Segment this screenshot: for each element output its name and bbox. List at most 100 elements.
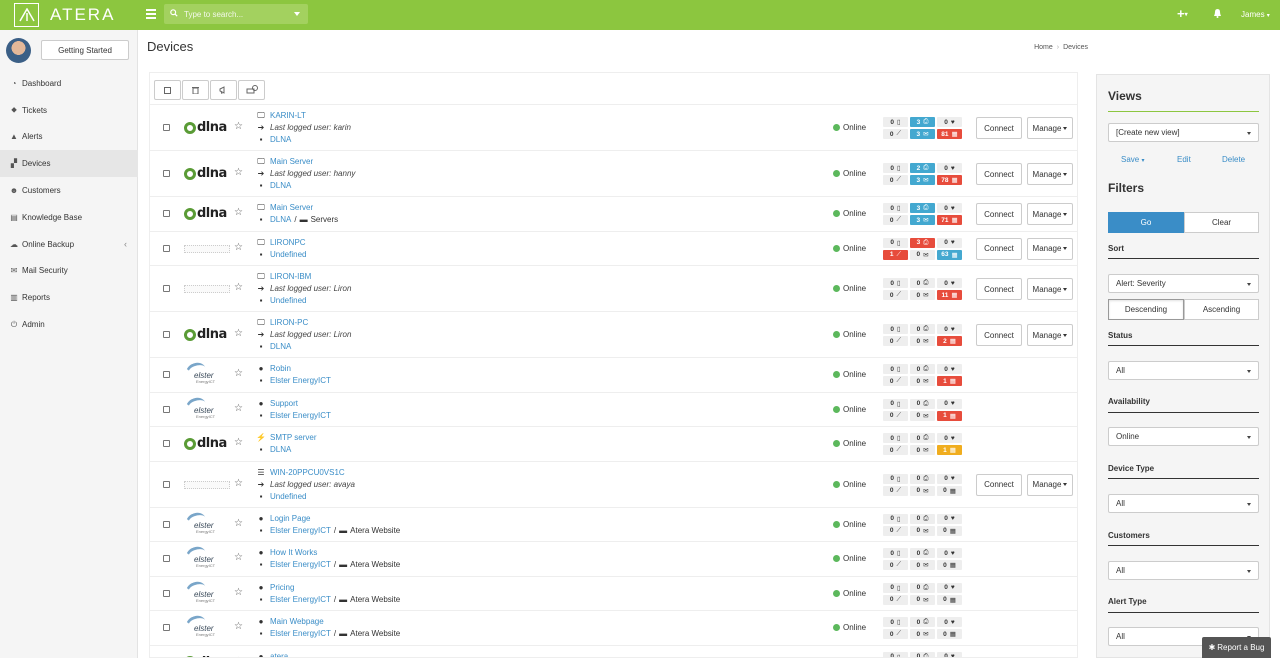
alert-badge[interactable]: 0 ⟋ (883, 215, 908, 226)
user-menu[interactable]: James ▾ (1241, 10, 1270, 19)
manage-button[interactable]: Manage (1027, 163, 1073, 185)
alert-badge[interactable]: 0 ⟋ (883, 175, 908, 185)
alert-badge[interactable]: 0 ♥ (937, 117, 962, 127)
favorite-star-icon[interactable]: ☆ (234, 552, 243, 563)
alert-badge[interactable]: 0 ♥ (937, 582, 962, 593)
alert-badge[interactable]: 0 ▯ (883, 324, 908, 334)
alert-badge[interactable]: 0 ⎙ (910, 513, 935, 524)
sidebar-item-dashboard[interactable]: ◔ Dashboard (0, 70, 138, 97)
alert-badge[interactable]: 0 ▯ (883, 433, 908, 444)
alert-badge[interactable]: 0 ⟋ (883, 525, 908, 536)
table-row[interactable]: elster EnergyICT ☆ ● Robin ▪ Elster EnergyICT O… (150, 357, 1077, 392)
device-name-link[interactable]: Main Server (270, 156, 313, 168)
row-checkbox[interactable] (163, 405, 170, 413)
favorite-star-icon[interactable]: ☆ (234, 437, 243, 448)
table-row[interactable]: dlna ☆ ⚡ SMTP server ▪ DLNA Online 0 ▯ 0 ⎙ 0 ♥ 0 ⟋ 0 ✉ 1 ▦ (150, 426, 1077, 461)
getting-started-button[interactable]: Getting Started (41, 40, 129, 60)
manage-button[interactable]: Manage (1027, 237, 1073, 260)
row-checkbox[interactable] (163, 371, 170, 379)
alert-badge[interactable]: 0 ✉ (910, 485, 935, 496)
alert-badge[interactable]: 0 ♥ (937, 324, 962, 334)
breadcrumb-home[interactable]: Home (1034, 44, 1053, 51)
sidebar-item-online-backup[interactable]: ☁ Online Backup ‹ (0, 231, 138, 258)
sidebar-item-mail-security[interactable]: ✉ Mail Security (0, 258, 138, 285)
save-view-link[interactable]: Save ▾ (1121, 155, 1144, 164)
alert-badge[interactable]: 3 ⎙ (910, 117, 935, 127)
alert-badge[interactable]: 0 ♥ (937, 203, 962, 214)
alert-badge[interactable]: 0 ⎙ (910, 278, 935, 288)
alert-badge[interactable]: 0 ⟋ (883, 129, 908, 139)
customer-link[interactable]: DLNA (270, 134, 291, 146)
device-name-link[interactable]: Main Webpage (270, 616, 324, 628)
edit-view-link[interactable]: Edit (1177, 155, 1191, 164)
table-row[interactable]: elster EnergyICT ☆ ● Main Webpage ▪ Elster Ene… (150, 610, 1077, 645)
alert-badge[interactable]: 0 ⟋ (883, 290, 908, 300)
alert-badge[interactable]: 3 ⎙ (910, 203, 935, 214)
report-bug-button[interactable]: ✱ Report a Bug (1202, 637, 1271, 658)
descending-toggle[interactable]: Descending (1108, 299, 1184, 320)
sidebar-item-reports[interactable]: ▥ Reports (0, 284, 138, 311)
alert-badge[interactable]: 0 ▦ (937, 485, 962, 496)
favorite-star-icon[interactable]: ☆ (234, 242, 243, 253)
alert-badge[interactable]: 0 ▯ (883, 203, 908, 214)
table-row[interactable]: elster EnergyICT ☆ ● Support ▪ Elster EnergyIC… (150, 391, 1077, 427)
favorite-star-icon[interactable]: ☆ (234, 207, 243, 218)
row-checkbox[interactable] (163, 285, 170, 292)
table-row[interactable]: elster EnergyICT ☆ ● Pricing ▪ Elster EnergyIC… (150, 575, 1077, 611)
alert-badge[interactable]: 0 ⎙ (910, 548, 935, 559)
device-name-link[interactable]: LIRON-PC (270, 317, 308, 329)
alert-badge[interactable]: 0 ▯ (883, 582, 908, 593)
favorite-star-icon[interactable]: ☆ (234, 328, 243, 339)
clear-button[interactable]: Clear (1184, 212, 1259, 233)
alert-badge[interactable]: 0 ▦ (937, 594, 962, 605)
alert-badge[interactable]: 0 ✉ (910, 525, 935, 536)
alert-badge[interactable]: 2 ▦ (937, 336, 962, 346)
alert-badge[interactable]: 1 ▦ (937, 376, 962, 387)
alert-badge[interactable]: 3 ⎙ (910, 237, 935, 248)
alert-badge[interactable]: 0 ⎙ (910, 582, 935, 593)
alert-badge[interactable]: 0 ▯ (883, 617, 908, 628)
row-checkbox[interactable] (163, 555, 170, 563)
alert-badge[interactable]: 0 ✉ (910, 629, 935, 640)
ascending-toggle[interactable]: Ascending (1184, 299, 1259, 320)
print-button[interactable] (238, 80, 265, 100)
alert-badge[interactable]: 0 ⎙ (910, 433, 935, 444)
device-name-link[interactable]: LIRONPC (270, 237, 306, 249)
favorite-star-icon[interactable]: ☆ (234, 403, 243, 414)
customer-link[interactable]: Undefined (270, 295, 306, 307)
alert-badge[interactable]: 2 ⎙ (910, 163, 935, 173)
device-name-link[interactable]: Login Page (270, 513, 310, 525)
alert-badge[interactable]: 0 ✉ (910, 290, 935, 300)
alert-badge[interactable]: 0 ♥ (937, 548, 962, 559)
device-name-link[interactable]: Pricing (270, 582, 294, 594)
search-input[interactable]: Type to search... (184, 10, 243, 19)
menu-toggle-icon[interactable] (146, 9, 156, 21)
alert-badge[interactable]: 0 ▯ (883, 163, 908, 173)
alert-badge[interactable]: 0 ▯ (883, 398, 908, 409)
customer-link[interactable]: DLNA (270, 341, 291, 353)
row-checkbox[interactable] (163, 124, 170, 131)
device-name-link[interactable]: WIN-20PPCU0VS1C (270, 467, 345, 479)
device-name-link[interactable]: KARIN-LT (270, 110, 306, 122)
customer-link[interactable]: DLNA (270, 214, 291, 226)
views-select[interactable]: [Create new view] (1108, 123, 1259, 142)
manage-button[interactable]: Manage (1027, 278, 1073, 300)
row-checkbox[interactable] (163, 210, 170, 218)
table-row[interactable]: dlna☆●atera▪0▯0⎙0♥0⟋0✉0▦ (150, 644, 1077, 657)
alert-badge[interactable]: 0 ▦ (937, 629, 962, 640)
alert-badge[interactable]: 0 ✉ (910, 594, 935, 605)
customer-link[interactable]: Elster EnergyICT (270, 410, 331, 422)
row-checkbox[interactable] (163, 331, 170, 338)
alert-badge[interactable]: 0 ▦ (937, 525, 962, 536)
connect-button[interactable]: Connect (976, 278, 1022, 300)
alert-badge[interactable]: 78 ▦ (937, 175, 962, 185)
select-all-button[interactable] (154, 80, 181, 100)
favorite-star-icon[interactable]: ☆ (234, 167, 243, 178)
table-row[interactable]: dlna ☆ 🖵 KARIN-LT ➔ Last logged user: karin ▪ D… (150, 104, 1077, 150)
alert-badge[interactable]: 0 ⟋ (883, 485, 908, 496)
device-type-select[interactable]: All (1108, 494, 1259, 513)
alert-badge[interactable]: 0 ⎙ (910, 617, 935, 628)
device-name-link[interactable]: SMTP server (270, 432, 317, 444)
device-name-link[interactable]: How It Works (270, 547, 317, 559)
alert-badge[interactable]: 0 ♥ (937, 651, 962, 657)
